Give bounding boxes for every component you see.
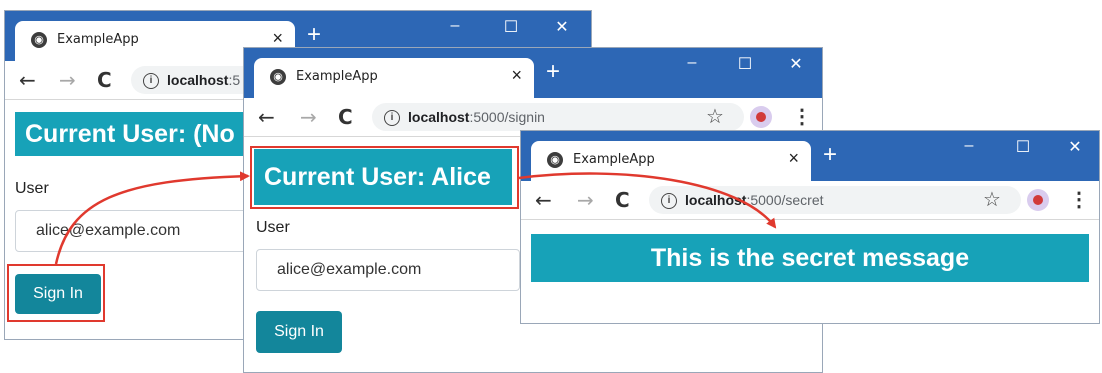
flow-arrows [54,171,777,265]
arrow-signin-to-user [54,171,250,265]
arrow-user-to-secret [518,172,777,229]
